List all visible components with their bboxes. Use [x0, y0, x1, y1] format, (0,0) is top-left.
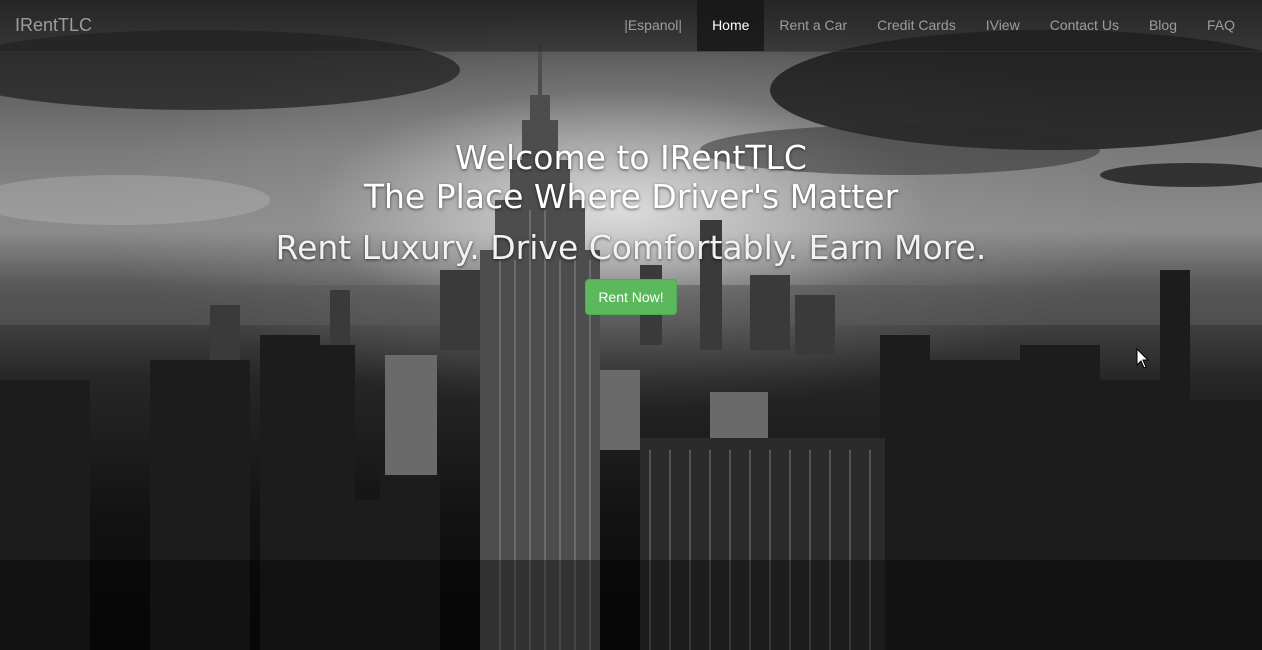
- nav-item-contact-us[interactable]: Contact Us: [1035, 0, 1134, 51]
- nav-item-rent-a-car[interactable]: Rent a Car: [764, 0, 862, 51]
- hero-title: Welcome to IRentTLC The Place Where Driv…: [0, 138, 1262, 216]
- hero-title-line-1: Welcome to IRentTLC: [455, 138, 807, 177]
- nav-item-blog[interactable]: Blog: [1134, 0, 1192, 51]
- nav-item-faq[interactable]: FAQ: [1192, 0, 1250, 51]
- navbar: IRentTLC |Espanol| Home Rent a Car Credi…: [0, 0, 1262, 52]
- mouse-cursor-icon: [1136, 348, 1150, 369]
- nav-menu: |Espanol| Home Rent a Car Credit Cards I…: [609, 0, 1250, 51]
- nav-item-home[interactable]: Home: [697, 0, 765, 51]
- nav-item-credit-cards[interactable]: Credit Cards: [862, 0, 971, 51]
- page: IRentTLC |Espanol| Home Rent a Car Credi…: [0, 0, 1262, 650]
- hero-title-line-2: The Place Where Driver's Matter: [363, 177, 899, 216]
- rent-now-button[interactable]: Rent Now!: [585, 279, 677, 315]
- nav-item-espanol[interactable]: |Espanol|: [609, 0, 697, 51]
- hero-tagline: Rent Luxury. Drive Comfortably. Earn Mor…: [275, 228, 987, 267]
- hero-background: [0, 0, 1262, 650]
- brand-logo-link[interactable]: IRentTLC: [15, 0, 92, 51]
- skyline-image: [0, 30, 1262, 650]
- hero-content: Welcome to IRentTLC The Place Where Driv…: [0, 138, 1262, 315]
- nav-item-iview[interactable]: IView: [971, 0, 1035, 51]
